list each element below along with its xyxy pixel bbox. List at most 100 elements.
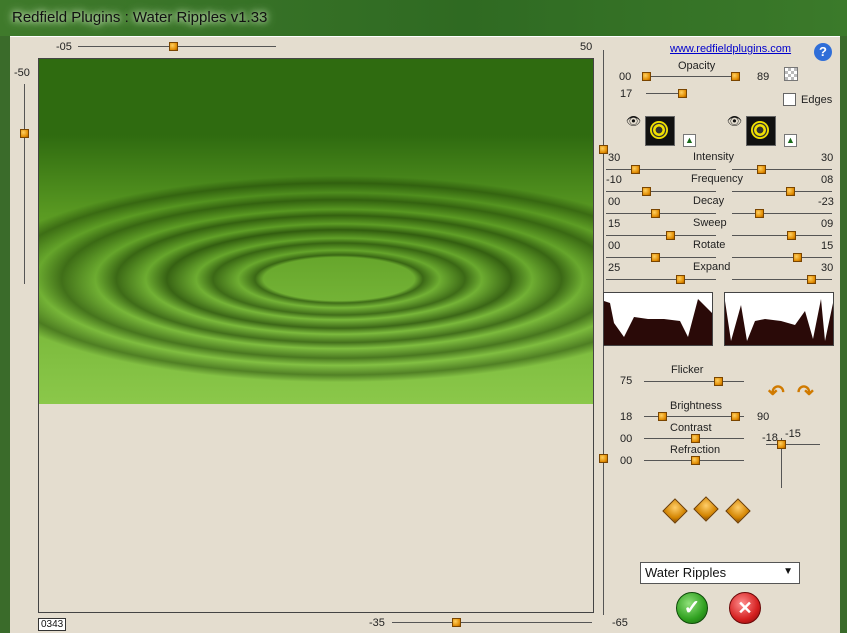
opacity-knob-max[interactable] [731,72,740,81]
opacity-label: Opacity [678,60,716,72]
contrast-value: 00 [620,433,633,445]
param-sweep-knob-right[interactable] [787,231,796,240]
refraction-knob[interactable] [691,456,700,465]
top-slider-right-label: 50 [580,41,593,53]
param-frequency-left: -10 [606,174,622,186]
param-expand-right: 30 [821,262,834,274]
opacity-knob-min[interactable] [642,72,651,81]
param-expand-track-right[interactable] [732,279,832,280]
param-sweep-right: 09 [821,218,834,230]
flicker-knob[interactable] [714,377,723,386]
param-intensity-track-right[interactable] [732,169,832,170]
opacity-second-knob[interactable] [678,89,687,98]
param-frequency-knob-left[interactable] [642,187,651,196]
waveform-graph-right[interactable] [724,292,834,346]
param-intensity-left: 30 [608,152,621,164]
xy-horizontal-track[interactable] [766,444,820,445]
preset-select[interactable]: Water Ripples ▼ [640,562,800,584]
brightness-knob-left[interactable] [658,412,667,421]
right-slider-bottom-label: -65 [612,617,628,629]
edges-checkbox[interactable] [783,93,796,106]
xy-y-label: -15 [785,428,801,440]
bottom-slider-knob[interactable] [452,618,461,627]
param-intensity-knob-left[interactable] [631,165,640,174]
help-icon[interactable]: ? [814,43,832,61]
param-expand-track-left[interactable] [606,279,716,280]
param-decay-track-right[interactable] [732,213,832,214]
param-decay-knob-right[interactable] [755,209,764,218]
triangle-icon-right[interactable]: ▲ [784,134,797,147]
brightness-right: 90 [757,411,770,423]
bottom-slider-track[interactable] [392,622,592,623]
left-slider-knob[interactable] [20,129,29,138]
param-expand-left: 25 [608,262,621,274]
param-decay-left: 00 [608,196,621,208]
param-intensity-knob-right[interactable] [757,165,766,174]
param-frequency-right: 08 [821,174,834,186]
waveform-left-svg [604,299,712,345]
param-decay-track-left[interactable] [606,213,716,214]
triangle-icon-left[interactable]: ▲ [683,134,696,147]
transparency-icon[interactable] [784,67,798,81]
param-rotate-track-left[interactable] [606,257,716,258]
param-decay-right: -23 [818,196,834,208]
waveform-right-svg [725,299,833,345]
undo-arrow-icon[interactable]: ↶ [768,380,785,405]
frame-counter: 0343 [38,618,67,631]
brightness-knob-right[interactable] [731,412,740,421]
refraction-label: Refraction [670,444,721,456]
edges-label: Edges [801,94,833,106]
xy-x-label: -18 [762,432,778,444]
param-rotate-track-right[interactable] [732,257,832,258]
right-vertical-slider-knob-bottom[interactable] [599,454,608,463]
param-rotate-knob-right[interactable] [793,253,802,262]
param-rotate-knob-left[interactable] [651,253,660,262]
ripple-swatch-icon-left[interactable] [645,116,675,146]
param-intensity-right: 30 [821,152,834,164]
right-vertical-slider-knob-top[interactable] [599,145,608,154]
preview-empty-area[interactable] [38,404,594,613]
opacity-min-label: 00 [619,71,632,83]
opacity-max-label: 89 [757,71,770,83]
chevron-down-icon: ▼ [783,566,793,577]
param-decay-label: Decay [693,195,725,207]
ripple-swatch-icon-right[interactable] [746,116,776,146]
website-link[interactable]: www.redfieldplugins.com [670,43,791,55]
param-expand-label: Expand [693,261,731,273]
param-intensity-label: Intensity [693,151,734,163]
param-intensity-track-left[interactable] [606,169,716,170]
contrast-label: Contrast [670,422,712,434]
param-expand-knob-right[interactable] [807,275,816,284]
param-sweep-track-left[interactable] [606,235,716,236]
preview-canvas[interactable] [38,58,594,406]
ok-button[interactable]: ✓ [676,592,708,624]
param-frequency-knob-right[interactable] [786,187,795,196]
flicker-value: 75 [620,375,633,387]
contrast-knob[interactable] [691,434,700,443]
param-sweep-knob-left[interactable] [666,231,675,240]
param-frequency-track-left[interactable] [606,191,716,192]
cancel-button[interactable]: ✕ [729,592,761,624]
param-frequency-track-right[interactable] [732,191,832,192]
brightness-label: Brightness [670,400,722,412]
waveform-graph-left[interactable] [603,292,713,346]
window-title: Redfield Plugins : Water Ripples v1.33 [12,9,268,26]
opacity-second-label: 17 [620,88,633,100]
brightness-left: 18 [620,411,633,423]
refraction-value: 00 [620,455,633,467]
param-sweep-track-right[interactable] [732,235,832,236]
eye-icon[interactable]: 👁 [626,114,641,128]
param-sweep-left: 15 [608,218,621,230]
param-expand-knob-left[interactable] [676,275,685,284]
param-rotate-label: Rotate [693,239,726,251]
top-slider-knob[interactable] [169,42,178,51]
opacity-track[interactable] [646,76,738,77]
redo-arrow-icon[interactable]: ↷ [797,380,814,405]
bottom-slider-label: -35 [369,617,385,629]
param-rotate-right: 15 [821,240,834,252]
left-slider-track[interactable] [24,84,25,284]
param-decay-knob-left[interactable] [651,209,660,218]
xy-knob[interactable] [777,440,786,449]
eye-icon-right[interactable]: 👁 [727,114,742,128]
flicker-track[interactable] [644,381,744,382]
